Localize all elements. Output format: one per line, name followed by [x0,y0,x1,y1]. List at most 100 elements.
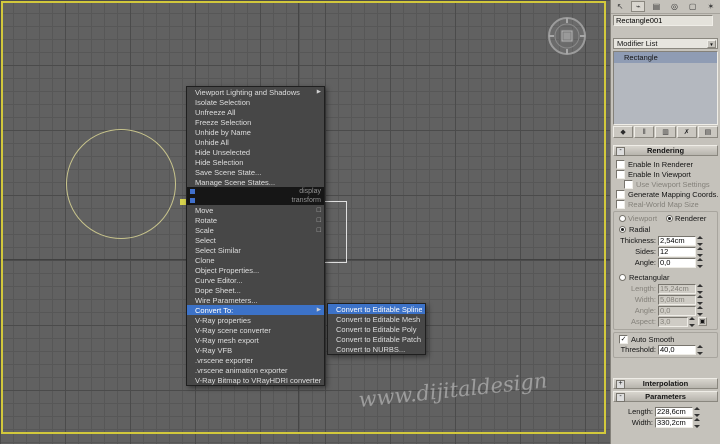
view-navigation-gizmo[interactable] [545,14,589,58]
spinner-arrows[interactable] [694,418,702,428]
menu-item-vrscene-exporter[interactable]: .vrscene exporter [187,355,324,365]
checkbox-enable-in-renderer[interactable]: Enable In Renderer [611,159,720,169]
checkbox-icon [616,190,625,199]
menu-item-dope-sheet[interactable]: Dope Sheet... [187,285,324,295]
menu-item-manage-scene-states[interactable]: Manage Scene States... [187,177,324,187]
checkbox-generate-mapping-coords[interactable]: Generate Mapping Coords. [611,189,720,199]
settings-box-icon[interactable]: □ [317,217,321,224]
menu-item-select[interactable]: Select [187,235,324,245]
menu-item-unhide-by-name[interactable]: Unhide by Name [187,127,324,137]
sides-spinner-row: Sides: [614,246,717,257]
menu-item-vrscene-animation-exporter[interactable]: .vrscene animation exporter [187,365,324,375]
spinner-arrows [697,295,705,305]
menu-item-curve-editor[interactable]: Curve Editor... [187,275,324,285]
rollout-interpolation[interactable]: + Interpolation [613,378,718,389]
modifier-list-dropdown[interactable]: Modifier List ▼ [613,38,718,49]
gizmo-graphic [545,14,589,58]
menu-item-select-similar[interactable]: Select Similar [187,245,324,255]
radio-viewport[interactable]: Viewport [619,214,657,223]
menu-item-rotate[interactable]: Rotate□ [187,215,324,225]
modifier-stack[interactable]: Rectangle [613,51,718,125]
rollout-rendering[interactable]: - Rendering [613,145,718,156]
menu-item-wire-parameters[interactable]: Wire Parameters... [187,295,324,305]
menu-item-clone[interactable]: Clone [187,255,324,265]
stack-item-rectangle[interactable]: Rectangle [614,52,717,63]
panel-tab-motion[interactable]: ◎ [668,1,682,12]
menu-item-save-scene-state[interactable]: Save Scene State... [187,167,324,177]
radio-radial[interactable]: Radial [614,224,717,235]
radial-rectangular-group: Viewport Renderer Radial Thickness: Side… [613,211,718,330]
spinner-arrows[interactable] [694,407,702,417]
command-panel: ↖ ⌁ ▤ ◎ ▢ ✶ Modifier List ▼ Rectangle ◆ … [610,0,720,444]
menu-item-hide-unselected[interactable]: Hide Unselected [187,147,324,157]
configure-modifier-sets-icon[interactable]: ▤ [698,126,718,138]
quad-indicator-icon [190,198,195,203]
spinner-arrows[interactable] [697,236,705,246]
menu-item-isolate-selection[interactable]: Isolate Selection [187,97,324,107]
length-rect-input [658,284,696,294]
checkbox-auto-smooth[interactable]: ✓Auto Smooth [614,334,717,344]
radio-renderer[interactable]: Renderer [666,214,706,223]
menu-item-vray-scene-converter[interactable]: V-Ray scene converter [187,325,324,335]
spinner-down-icon [697,313,703,316]
panel-tab-display[interactable]: ▢ [686,1,700,12]
menu-item-convert-to[interactable]: Convert To:▶ [187,305,324,315]
thickness-input[interactable] [658,236,696,246]
spinner-arrows[interactable] [697,258,705,268]
rollout-parameters[interactable]: - Parameters [613,391,718,402]
menu-item-move[interactable]: Move□ [187,205,324,215]
pin-stack-icon[interactable]: ◆ [613,126,633,138]
checkbox-use-viewport-settings: Use Viewport Settings [611,179,720,189]
panel-tab-hierarchy[interactable]: ▤ [649,1,663,12]
submenu-arrow-icon: ▶ [317,89,321,95]
quad-section-transform: transform [187,196,324,205]
spinner-arrows [697,306,705,316]
spinner-up-icon [697,295,703,298]
spinner-up-icon [697,306,703,309]
menu-item-convert-editable-mesh[interactable]: Convert to Editable Mesh [328,314,425,324]
remove-modifier-icon[interactable]: ✗ [677,126,697,138]
settings-box-icon[interactable]: □ [317,227,321,234]
radio-icon [619,215,626,222]
parameters-length-input[interactable] [655,407,693,417]
spinner-arrows[interactable] [697,247,705,257]
menu-item-unfreeze-all[interactable]: Unfreeze All [187,107,324,117]
aspect-lock-icon[interactable]: ▣ [698,317,707,326]
menu-item-scale[interactable]: Scale□ [187,225,324,235]
menu-item-unhide-all[interactable]: Unhide All [187,137,324,147]
menu-item-convert-editable-patch[interactable]: Convert to Editable Patch [328,334,425,344]
menu-item-viewport-lighting[interactable]: Viewport Lighting and Shadows▶ [187,87,324,97]
menu-item-freeze-selection[interactable]: Freeze Selection [187,117,324,127]
menu-item-convert-editable-spline[interactable]: Convert to Editable Spline [328,304,425,314]
radio-rectangular[interactable]: Rectangular [614,272,717,283]
context-menu: Viewport Lighting and Shadows▶ Isolate S… [186,86,325,386]
threshold-spinner-row: Threshold: [614,344,717,355]
panel-tab-create[interactable]: ↖ [613,1,627,12]
angle-radial-input[interactable] [658,258,696,268]
menu-item-object-properties[interactable]: Object Properties... [187,265,324,275]
menu-item-vray-properties[interactable]: V-Ray properties [187,315,324,325]
menu-item-vray-vfb[interactable]: V-Ray VFB [187,345,324,355]
angle-radial-spinner-row: Angle: [614,257,717,268]
menu-item-convert-nurbs[interactable]: Convert to NURBS... [328,344,425,354]
panel-tab-utilities[interactable]: ✶ [704,1,718,12]
dropdown-arrow-icon[interactable]: ▼ [707,40,716,48]
object-name-field[interactable] [613,15,713,26]
threshold-input[interactable] [658,345,696,355]
make-unique-icon[interactable]: ▥ [655,126,675,138]
sides-input[interactable] [658,247,696,257]
angle-rect-input [658,306,696,316]
spinner-arrows[interactable] [697,345,705,355]
menu-item-hide-selection[interactable]: Hide Selection [187,157,324,167]
parameters-width-input[interactable] [655,418,693,428]
menu-item-vray-bitmap-converter[interactable]: V-Ray Bitmap to VRayHDRI converter [187,375,324,385]
menu-item-vray-mesh-export[interactable]: V-Ray mesh export [187,335,324,345]
circle-shape[interactable] [66,129,176,239]
settings-box-icon[interactable]: □ [317,207,321,214]
menu-item-convert-editable-poly[interactable]: Convert to Editable Poly [328,324,425,334]
panel-tab-modify[interactable]: ⌁ [631,1,645,12]
check-icon: ✓ [619,335,628,344]
show-end-result-icon[interactable]: ‖ [634,126,654,138]
checkbox-enable-in-viewport[interactable]: Enable In Viewport [611,169,720,179]
checkbox-icon [624,180,633,189]
